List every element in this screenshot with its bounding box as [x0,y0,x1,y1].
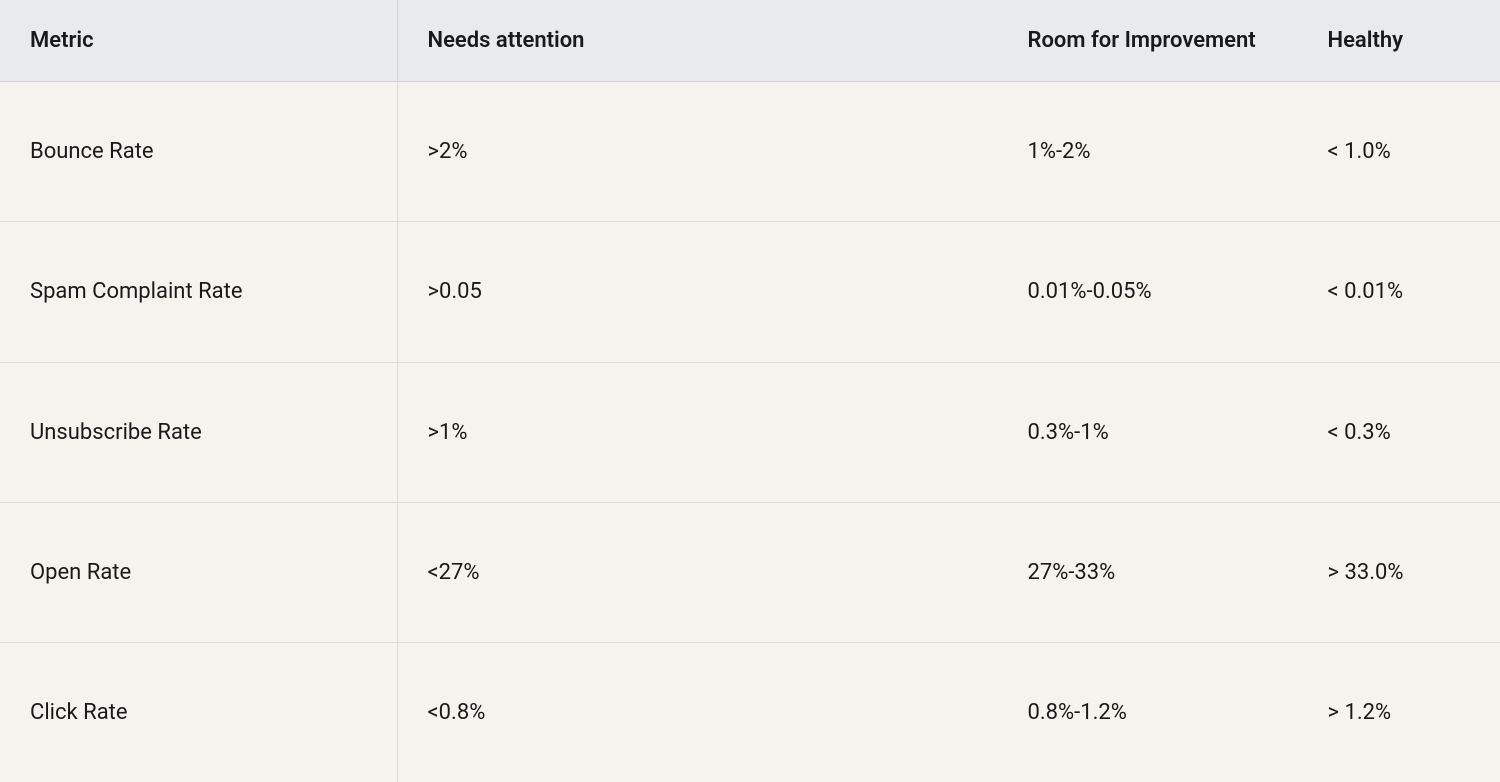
cell-metric: Open Rate [0,503,398,643]
table-row: Spam Complaint Rate>0.050.01%-0.05%< 0.0… [0,222,1500,362]
cell-room-for-improvement: 1%-2% [998,82,1298,222]
cell-healthy: > 1.2% [1298,643,1500,782]
cell-room-for-improvement: 27%-33% [998,503,1298,643]
cell-room-for-improvement: 0.3%-1% [998,363,1298,503]
cell-metric: Unsubscribe Rate [0,363,398,503]
header-room-for-improvement: Room for Improvement [998,0,1298,82]
cell-room-for-improvement: 0.01%-0.05% [998,222,1298,362]
cell-metric: Click Rate [0,643,398,782]
cell-healthy: < 0.01% [1298,222,1500,362]
header-metric: Metric [0,0,398,82]
cell-room-for-improvement: 0.8%-1.2% [998,643,1298,782]
cell-healthy: < 0.3% [1298,363,1500,503]
table-row: Open Rate<27%27%-33%> 33.0% [0,503,1500,643]
cell-needs-attention: >1% [398,363,998,503]
cell-metric: Spam Complaint Rate [0,222,398,362]
cell-healthy: > 33.0% [1298,503,1500,643]
table-row: Bounce Rate>2%1%-2%< 1.0% [0,82,1500,222]
cell-needs-attention: >0.05 [398,222,998,362]
cell-needs-attention: <27% [398,503,998,643]
cell-needs-attention: <0.8% [398,643,998,782]
metrics-table-container: Metric Needs attention Room for Improvem… [0,0,1500,782]
table-row: Click Rate<0.8%0.8%-1.2%> 1.2% [0,643,1500,782]
cell-metric: Bounce Rate [0,82,398,222]
table-header-row: Metric Needs attention Room for Improvem… [0,0,1500,82]
cell-healthy: < 1.0% [1298,82,1500,222]
header-healthy: Healthy [1298,0,1500,82]
cell-needs-attention: >2% [398,82,998,222]
table-row: Unsubscribe Rate>1%0.3%-1%< 0.3% [0,363,1500,503]
header-needs-attention: Needs attention [398,0,998,82]
metrics-table: Metric Needs attention Room for Improvem… [0,0,1500,782]
